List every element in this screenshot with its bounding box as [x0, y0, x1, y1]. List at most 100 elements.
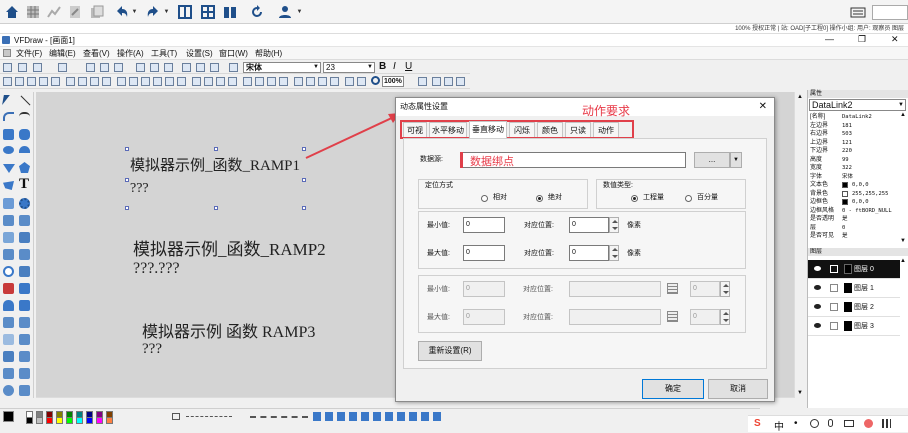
min-value-input[interactable]: 0 — [463, 217, 505, 233]
property-value[interactable]: 0,0,0 — [852, 181, 869, 189]
property-value[interactable]: 181 — [842, 122, 852, 130]
property-value[interactable]: 0 — [842, 224, 845, 232]
edit-doc-icon[interactable] — [66, 3, 84, 21]
chart-icon[interactable] — [45, 3, 63, 21]
print-setup-icon[interactable] — [164, 63, 173, 72]
user-icon[interactable] — [276, 3, 294, 21]
round-rect-tool-icon[interactable] — [19, 129, 30, 140]
pipe-tool-icon[interactable] — [19, 300, 30, 311]
same-size-icon[interactable] — [177, 77, 186, 86]
refresh-icon[interactable] — [248, 3, 266, 21]
cancel-button[interactable]: 取消 — [708, 379, 768, 399]
selection-handle[interactable] — [302, 206, 306, 210]
menu-file[interactable]: 文件(F) — [16, 48, 42, 59]
property-value[interactable]: 220 — [842, 147, 852, 155]
alarm-bell-tool-icon[interactable] — [3, 300, 14, 311]
scroll-down-icon[interactable]: ▼ — [797, 390, 803, 396]
fill-pattern-bar[interactable] — [313, 412, 443, 421]
menu-tools[interactable]: 工具(T) — [151, 48, 177, 59]
restore-icon[interactable]: ❐ — [858, 34, 866, 45]
space-v-icon[interactable] — [204, 77, 213, 86]
trend-tool-icon[interactable] — [19, 232, 30, 243]
line-style-solid[interactable] — [172, 413, 180, 420]
font-icon[interactable] — [229, 63, 238, 72]
layer-icon[interactable] — [3, 77, 12, 86]
align-right-icon[interactable] — [90, 77, 99, 86]
menu-help[interactable]: 帮助(H) — [255, 48, 282, 59]
reset-button[interactable]: 重新设置(R) — [418, 341, 482, 361]
object-select[interactable]: DataLink2 ▼ — [809, 99, 906, 111]
tab-readonly[interactable]: 只读 — [565, 122, 591, 137]
bar-tool-icon[interactable] — [3, 249, 14, 260]
dis-min-input[interactable]: 0 — [463, 281, 505, 297]
data-tool-icon[interactable] — [19, 215, 30, 226]
line-style-dot[interactable] — [250, 416, 308, 418]
triangle-tool-icon[interactable] — [3, 164, 15, 173]
fill-icon[interactable] — [345, 77, 354, 86]
split-icon[interactable] — [330, 77, 339, 86]
table-tool-icon[interactable] — [19, 351, 30, 362]
link-tool-icon[interactable] — [3, 215, 14, 226]
property-value[interactable]: 99 — [842, 156, 849, 164]
color-swatch[interactable] — [842, 190, 848, 197]
same-height-icon[interactable] — [165, 77, 174, 86]
mirror-icon[interactable] — [141, 77, 150, 86]
zoom-in-icon[interactable] — [432, 77, 441, 86]
tab-visible[interactable]: 可视 — [403, 122, 427, 137]
same-width-icon[interactable] — [153, 77, 162, 86]
palette-color-swatch[interactable] — [96, 417, 103, 424]
new-icon[interactable] — [3, 63, 12, 72]
dis-pos1-value[interactable]: 0 — [690, 281, 720, 297]
user-tool-icon[interactable] — [3, 385, 14, 396]
eye-icon[interactable] — [814, 323, 821, 328]
picture-tool-icon[interactable] — [3, 232, 14, 243]
selection-handle[interactable] — [125, 206, 129, 210]
group-icon[interactable] — [15, 77, 24, 86]
canvas-vertical-scrollbar[interactable]: ▲ ▼ — [794, 92, 806, 398]
tab-vertical-move[interactable]: 垂直移动 — [469, 121, 507, 138]
doc-tool-icon[interactable] — [3, 368, 14, 379]
print-tool-icon[interactable] — [19, 368, 30, 379]
selection-handle[interactable] — [125, 178, 129, 182]
menu-window[interactable]: 窗口(W) — [219, 48, 248, 59]
save-icon[interactable] — [33, 63, 42, 72]
home-icon[interactable] — [3, 3, 21, 21]
underline-button[interactable]: U — [405, 61, 412, 72]
gear-tool-icon[interactable] — [19, 198, 30, 209]
datalink-1-name[interactable]: 模拟器示例_函数_RAMP1 — [130, 154, 300, 175]
search-input[interactable] — [872, 5, 908, 20]
space-h-icon[interactable] — [192, 77, 201, 86]
pos-min-spinner[interactable] — [609, 217, 619, 233]
color-swatch[interactable] — [842, 182, 848, 188]
edit-icon[interactable] — [830, 303, 838, 311]
tab-horizontal-move[interactable]: 水平移动 — [429, 122, 467, 137]
property-value[interactable]: 0 - ftBORD_NULL — [842, 207, 892, 215]
layer-row[interactable]: 图层 0 — [808, 260, 900, 279]
zoom-level[interactable]: 100% — [382, 76, 404, 87]
props-scroll-up-icon[interactable]: ▲ — [900, 112, 906, 118]
pointer-tool-icon[interactable] — [2, 95, 10, 105]
zoom-fit-icon[interactable] — [418, 77, 427, 86]
menu-action[interactable]: 操作(A) — [117, 48, 144, 59]
redo-icon[interactable] — [144, 3, 162, 21]
layers-scroll-up-icon[interactable]: ▲ — [900, 258, 906, 264]
font-size-select[interactable]: 23 ▼ — [323, 62, 375, 73]
dis-pos2-input[interactable] — [569, 309, 661, 325]
palette-color-swatch[interactable] — [26, 417, 33, 424]
browse-dropdown-icon[interactable]: ▼ — [730, 152, 742, 168]
cut-icon[interactable] — [86, 63, 95, 72]
dis-pos2-grid-icon[interactable] — [667, 311, 678, 322]
property-value[interactable]: 121 — [842, 139, 852, 147]
paste-icon[interactable] — [114, 63, 123, 72]
numtype-percent-radio[interactable] — [685, 195, 692, 202]
locate-relative-radio[interactable] — [481, 195, 488, 202]
cols-icon[interactable] — [294, 77, 303, 86]
undo-dropdown-icon[interactable]: ▼ — [131, 3, 138, 21]
palette-color-swatch[interactable] — [56, 417, 63, 424]
edit-icon[interactable] — [830, 265, 838, 273]
polygon-tool-icon[interactable] — [19, 162, 30, 173]
bold-button[interactable]: B — [379, 61, 386, 72]
button-tool-icon[interactable] — [3, 198, 14, 209]
ime-grid-icon[interactable] — [882, 419, 891, 428]
undo-icon[interactable] — [113, 3, 131, 21]
